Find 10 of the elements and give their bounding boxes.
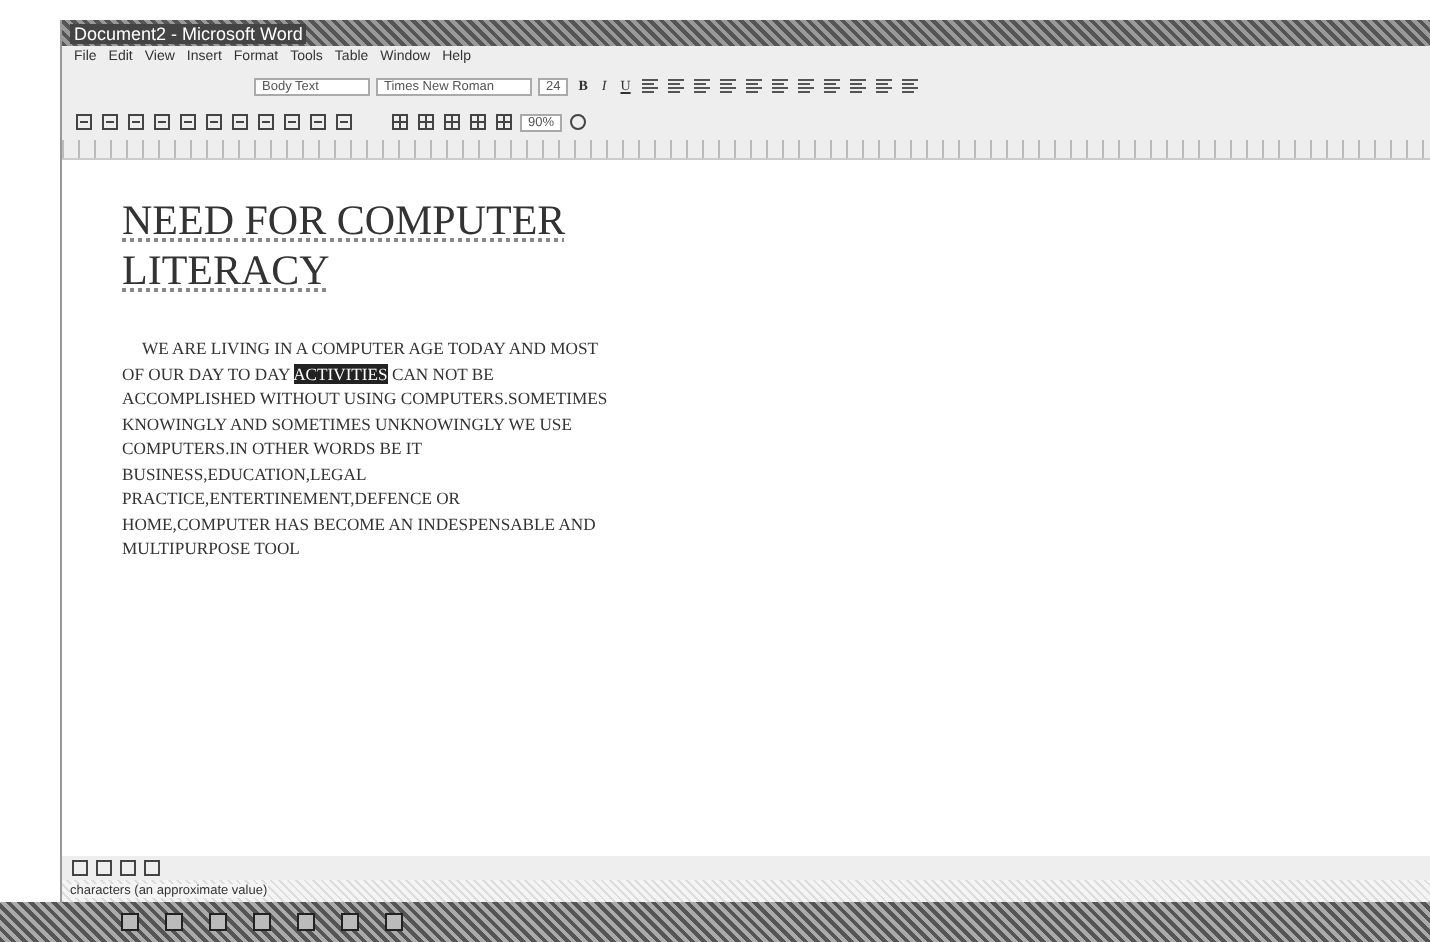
taskbar-icon[interactable] bbox=[164, 912, 184, 932]
window-title: Document2 - Microsoft Word bbox=[70, 23, 307, 43]
taskbar-icon[interactable] bbox=[384, 912, 404, 932]
document-paragraph: WE ARE LIVING IN A COMPUTER AGE TODAY AND MOST OF OUR DAY TO DAY ACTIVITIES CAN NOT BE ACCOMPLISHED WITHOUT USING COMPUTERS.SOMETIMES KNOWINGLY AND SOMETIMES UNKNOWINGLY WE USE COMPUTERS.IN OTHER WORDS BE IT BUSINESS,EDUCATION,LEGAL PRACTICE,ENTERTINEMENT,DEFENCE OR HOME,COMPUTER HAS BECOME AN INDESPENSABLE AND MULTIPURPOSE TOOL bbox=[122, 336, 610, 561]
taskbar-icon[interactable] bbox=[340, 912, 360, 932]
align-left-icon[interactable] bbox=[640, 76, 661, 96]
document-heading: NEED FOR COMPUTER LITERACY bbox=[122, 196, 568, 297]
taskbar-icon[interactable] bbox=[252, 912, 272, 932]
taskbar-icon[interactable] bbox=[296, 912, 316, 932]
taskbar-icon[interactable] bbox=[208, 912, 228, 932]
